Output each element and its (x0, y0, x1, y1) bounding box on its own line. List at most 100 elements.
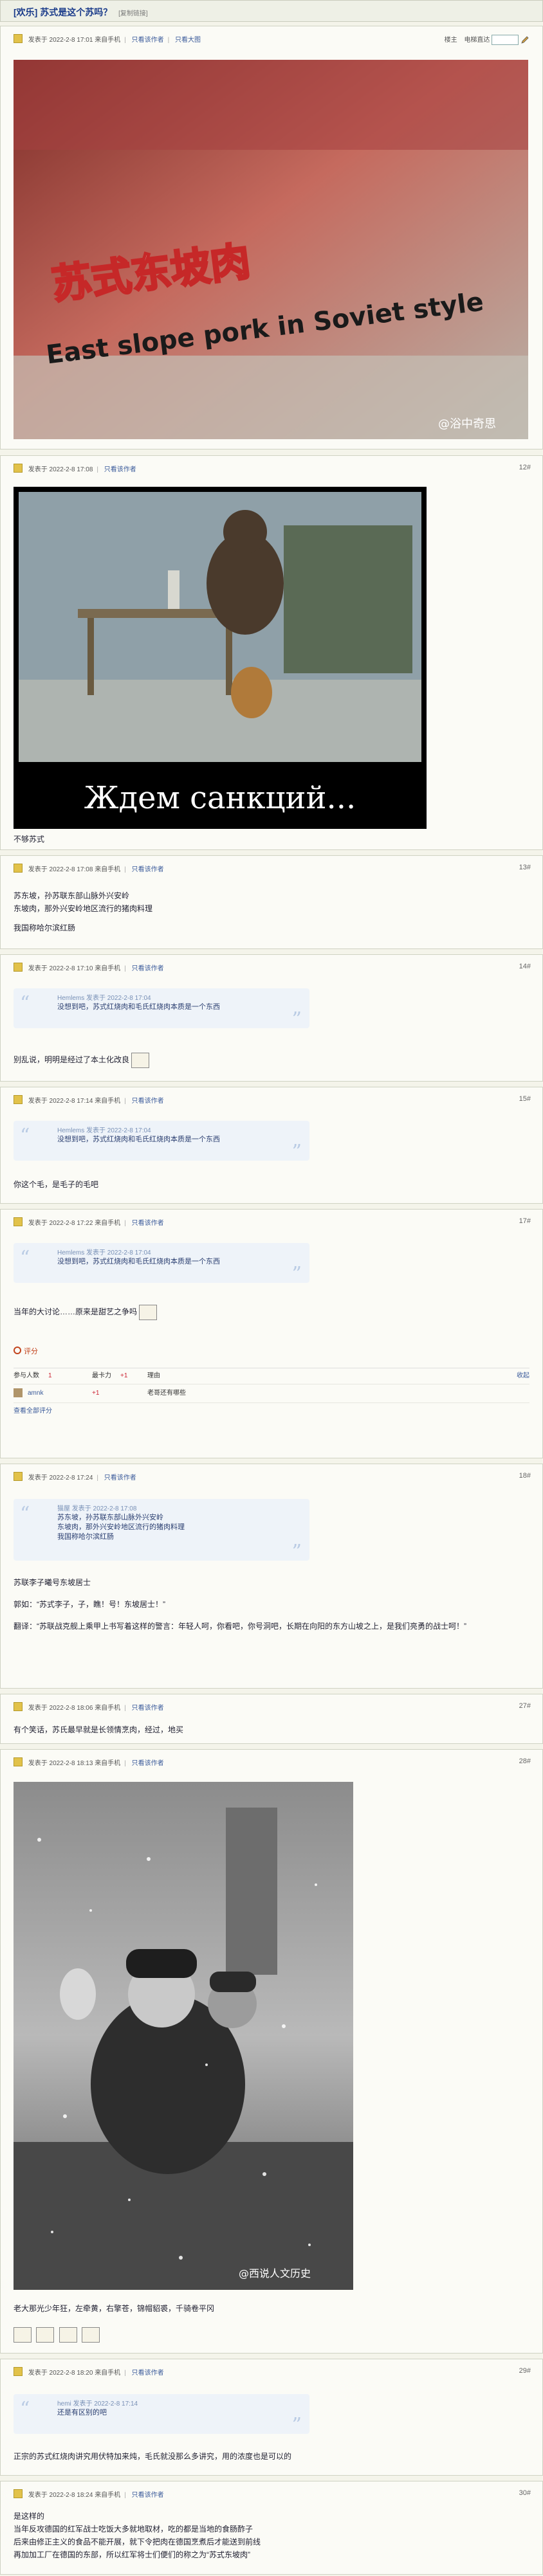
emoji-row (14, 2327, 102, 2343)
avatar[interactable] (14, 1757, 23, 1766)
text-line: 再加加工厂在德国的东部，所以红军将士们便们的称之为“苏式东坡肉” (14, 2550, 250, 2559)
image-watermark: @西说人文历史 (239, 2267, 311, 2280)
post-meta: 发表于 2022-2-8 17:08 | 只看该作者 (14, 464, 136, 473)
post-text: 苏联李子曦号东坡居士 郭如：“苏式李子，子，瞧！号！东坡居士！” 翻译：“苏联战… (14, 1576, 528, 1633)
post-date: 发表于 2022-2-8 17:22 (28, 1220, 93, 1227)
only-author-link[interactable]: 只看该作者 (132, 1760, 164, 1767)
avatar[interactable] (14, 464, 23, 473)
close-quote-icon: ” (291, 1263, 302, 1285)
only-op-link[interactable]: 楼主 (445, 37, 457, 44)
elevator-label: 电梯直达 (464, 37, 490, 44)
post-op: 发表于 2022-2-8 17:01 来自手机 | 只看该作者 | 只看大图 楼主 … (0, 26, 543, 449)
collapse-link[interactable]: 收起 (517, 1368, 529, 1384)
quote-line: 我国称哈尔滨红肠 (57, 1533, 114, 1541)
floor-number[interactable]: 27# (519, 1702, 531, 1710)
post-29: 发表于 2022-2-8 18:20 来自手机 | 只看该作者 29# “ hem… (0, 2359, 543, 2476)
only-author-link[interactable]: 只看该作者 (104, 1474, 136, 1482)
post-device: 来自手机 (95, 2492, 121, 2499)
reply-text: 别乱说，明明是经过了本土化改良 (14, 1055, 130, 1065)
rater-name[interactable]: amnk (28, 1384, 43, 1402)
pork-image[interactable]: 苏式东坡肉 East slope pork in Soviet style @浴… (14, 60, 528, 439)
avatar[interactable] (14, 2367, 23, 2376)
only-author-link[interactable]: 只看该作者 (132, 2492, 164, 2499)
quote-block: “ hemi 发表于 2022-2-8 17:14 还是有区别的吧 ” (14, 2394, 309, 2436)
floor-number[interactable]: 12# (519, 464, 531, 471)
open-quote-icon: “ (20, 1125, 30, 1147)
post-30: 发表于 2022-2-8 18:24 来自手机 | 只看该作者 30# 是这样的 … (0, 2481, 543, 2575)
floor-number[interactable]: 14# (519, 963, 531, 970)
post-date: 发表于 2022-2-8 17:10 (28, 965, 93, 972)
floor-number[interactable]: 29# (519, 2367, 531, 2375)
quote-header[interactable]: 猫屋 发表于 2022-2-8 17:08 (57, 1503, 136, 1512)
text-line: 苏联李子曦号东坡居士 (14, 1578, 91, 1587)
post-meta: 发表于 2022-2-8 18:13 来自手机 | 只看该作者 (14, 1757, 164, 1767)
only-author-link[interactable]: 只看该作者 (132, 37, 164, 44)
post-18: 发表于 2022-2-8 17:24 | 只看该作者 18# “ 猫屋 发表于 2… (0, 1464, 543, 1689)
copy-link[interactable]: [复制链接] (118, 10, 148, 17)
avatar[interactable] (14, 1388, 23, 1398)
avatar[interactable] (14, 1472, 23, 1481)
post-meta: 发表于 2022-2-8 17:10 来自手机 | 只看该作者 (14, 963, 164, 972)
quote-header[interactable]: Hemlems 发表于 2022-2-8 17:04 (57, 1125, 151, 1134)
avatar[interactable] (14, 963, 23, 972)
post-date: 发表于 2022-2-8 17:01 (28, 37, 93, 44)
quote-block: “ Hemlems 发表于 2022-2-8 17:04 没想到吧，苏式红烧肉和… (14, 988, 309, 1031)
text-line: 苏东坡，孙苏联东部山脉外兴安岭 (14, 891, 130, 900)
floor-number[interactable]: 17# (519, 1217, 531, 1225)
open-quote-icon: “ (20, 1503, 30, 1525)
emoji-icon (82, 2327, 100, 2343)
rate-label[interactable]: 评分 (14, 1346, 38, 1356)
quote-header[interactable]: Hemlems 发表于 2022-2-8 17:04 (57, 992, 151, 1002)
score-total: +1 (120, 1372, 128, 1379)
only-author-link[interactable]: 只看该作者 (132, 965, 164, 972)
avatar[interactable] (14, 1702, 23, 1711)
elevator-input[interactable] (492, 35, 519, 46)
post-device: 来自手机 (95, 37, 121, 44)
pencil-icon[interactable] (520, 35, 529, 44)
post-meta: 发表于 2022-2-8 18:06 来自手机 | 只看该作者 (14, 1702, 164, 1712)
emoji-icon (14, 2327, 32, 2343)
bear-poster-image[interactable]: Ждем санкций... (14, 487, 427, 829)
quote-header[interactable]: Hemlems 发表于 2022-2-8 17:04 (57, 1247, 151, 1256)
only-author-link[interactable]: 只看该作者 (132, 1220, 164, 1227)
reply-text: 当年的大讨论……原来是甜艺之争吗 (14, 1307, 138, 1317)
avatar[interactable] (14, 1095, 23, 1104)
post-meta: 发表于 2022-2-8 17:01 来自手机 | 只看该作者 | 只看大图 (14, 34, 201, 44)
floor-number[interactable]: 30# (519, 2489, 531, 2497)
only-author-link[interactable]: 只看该作者 (132, 866, 164, 873)
rate-header-row: 参与人数 1 最卡力 +1 理由 收起 (14, 1368, 529, 1384)
close-quote-icon: ” (291, 1141, 302, 1163)
avatar[interactable] (14, 1217, 23, 1226)
leader-photo-image[interactable]: @西说人文历史 (14, 1782, 353, 2290)
text-line: 郭如：“苏式李子，子，瞧！号！东坡居士！” (14, 1600, 165, 1609)
floor-number[interactable]: 28# (519, 1757, 531, 1765)
post-date: 发表于 2022-2-8 17:14 (28, 1098, 93, 1105)
avatar[interactable] (14, 2489, 23, 2498)
avatar[interactable] (14, 34, 23, 43)
close-quote-icon: ” (291, 1541, 302, 1563)
emoji-icon (59, 2327, 77, 2343)
post-text: 当年的大讨论……原来是甜艺之争吗 (14, 1305, 160, 1320)
quote-header[interactable]: hemi 发表于 2022-2-8 17:14 (57, 2398, 138, 2408)
floor-number[interactable]: 15# (519, 1095, 531, 1103)
quote-text: 没想到吧，苏式红烧肉和毛氏红烧肉本质是一个东西 (57, 1258, 220, 1265)
only-author-link[interactable]: 只看该作者 (132, 1098, 164, 1105)
post-date: 发表于 2022-2-8 17:08 (28, 866, 93, 873)
rate-text: 评分 (24, 1348, 38, 1356)
only-author-link[interactable]: 只看该作者 (132, 1705, 164, 1712)
rate-table: 参与人数 1 最卡力 +1 理由 收起 amnk +1 老哥还有哪些 查看全部评… (14, 1368, 529, 1420)
post-27: 发表于 2022-2-8 18:06 来自手机 | 只看该作者 27# 有个笑话，… (0, 1694, 543, 1744)
view-all-rates[interactable]: 查看全部评分 (14, 1402, 529, 1420)
only-author-link[interactable]: 只看该作者 (104, 466, 136, 473)
post-date: 发表于 2022-2-8 18:20 (28, 2370, 93, 2377)
post-meta: 发表于 2022-2-8 17:22 来自手机 | 只看该作者 (14, 1217, 164, 1227)
only-author-link[interactable]: 只看该作者 (132, 2370, 164, 2377)
floor-number[interactable]: 18# (519, 1472, 531, 1480)
emoji-icon (139, 1305, 158, 1320)
thread-controls: 楼主 电梯直达 (445, 34, 529, 46)
post-device: 来自手机 (95, 1220, 121, 1227)
avatar[interactable] (14, 864, 23, 873)
floor-number[interactable]: 13# (519, 864, 531, 871)
emoji-icon (36, 2327, 55, 2343)
big-pic-link[interactable]: 只看大图 (175, 37, 201, 44)
